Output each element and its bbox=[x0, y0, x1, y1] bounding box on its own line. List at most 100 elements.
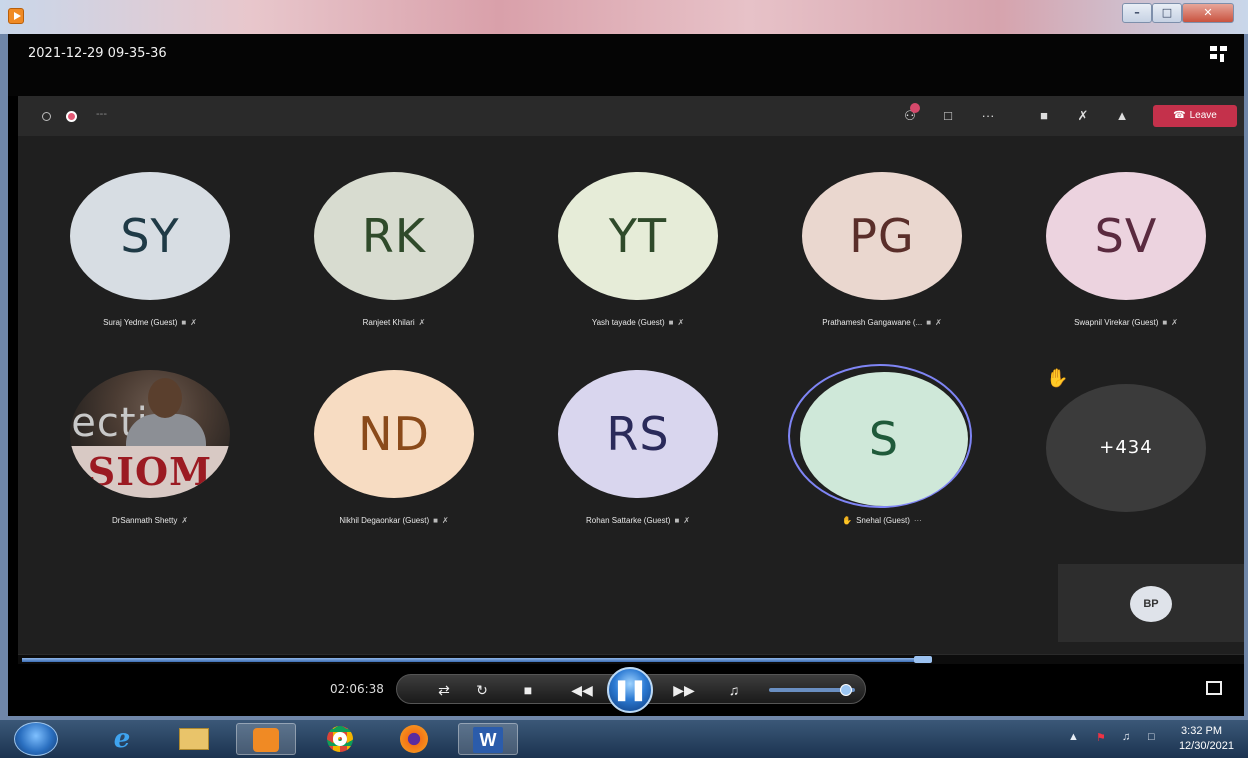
seek-played bbox=[22, 658, 923, 662]
participant-name: Ranjeet Khilari ✗ bbox=[362, 318, 426, 327]
volume-icon[interactable]: ♫ bbox=[723, 681, 745, 699]
title-bar[interactable]: – □ ✕ bbox=[0, 0, 1248, 34]
volume-tray-icon[interactable]: ♫ bbox=[1122, 731, 1130, 743]
participant-name: Swapnil Virekar (Guest) ■ ✗ bbox=[1074, 318, 1178, 327]
shield-icon bbox=[42, 112, 51, 121]
person-head bbox=[148, 378, 182, 418]
mic-muted-icon: ✗ bbox=[935, 318, 942, 327]
overflow-participants-tile[interactable]: ✋ +434 bbox=[1046, 368, 1226, 540]
action-center-flag-icon[interactable]: ⚑ bbox=[1096, 731, 1106, 744]
play-pause-icon[interactable]: ❚❚ bbox=[607, 667, 653, 713]
firefox-icon[interactable] bbox=[384, 723, 444, 755]
taskbar: e W ▲ ⚑ ♫ □ 3:32 PM 12/30/2021 bbox=[0, 720, 1248, 758]
photo-banner-text: SIOM bbox=[70, 446, 230, 498]
mic-icon[interactable]: ✗ bbox=[1071, 106, 1095, 126]
participant-avatar: ND bbox=[314, 370, 474, 498]
participant-name: Prathamesh Gangawane (... ■ ✗ bbox=[822, 318, 942, 327]
media-player-window: – □ ✕ 2021-12-29 09-35-36 --- ⚇ □ ··· ■ … bbox=[0, 0, 1248, 720]
video-area[interactable]: 2021-12-29 09-35-36 --- ⚇ □ ··· ■ ✗ ▲ ☎ L… bbox=[8, 34, 1244, 716]
participant-tile[interactable]: ND Nikhil Degaonkar (Guest) ■ ✗ bbox=[314, 370, 494, 540]
more-icon[interactable]: ··· bbox=[976, 106, 1000, 126]
participant-tile[interactable]: YT Yash tayade (Guest) ■ ✗ bbox=[558, 172, 738, 342]
camera-off-icon: ■ bbox=[926, 318, 932, 327]
stop-icon[interactable]: ■ bbox=[517, 681, 539, 699]
shuffle-icon[interactable]: ⇄ bbox=[433, 681, 455, 699]
clock-time[interactable]: 3:32 PM bbox=[1181, 725, 1222, 737]
elapsed-time: 02:06:38 bbox=[330, 682, 384, 696]
next-icon[interactable]: ▶▶ bbox=[673, 681, 695, 699]
participant-tile[interactable]: RK Ranjeet Khilari ✗ bbox=[314, 172, 494, 342]
participant-avatar: RS bbox=[558, 370, 718, 498]
chrome-icon[interactable] bbox=[310, 723, 370, 755]
participant-avatar: S bbox=[800, 372, 968, 506]
self-view-tile[interactable]: BP bbox=[1058, 564, 1244, 642]
playback-controls: 02:06:38 ⇄ ↻ ■ ◀◀ ❚❚ ▶▶ ♫ bbox=[8, 666, 1244, 716]
participant-name: Suraj Yedme (Guest) ■ ✗ bbox=[103, 318, 197, 327]
mic-muted-icon: ✗ bbox=[190, 318, 197, 327]
self-avatar: BP bbox=[1130, 586, 1172, 622]
camera-off-icon: ■ bbox=[181, 318, 187, 327]
participant-tile[interactable]: PG Prathamesh Gangawane (... ■ ✗ bbox=[802, 172, 982, 342]
participant-tile[interactable]: SV Swapnil Virekar (Guest) ■ ✗ bbox=[1046, 172, 1226, 342]
participant-tile[interactable]: SY Suraj Yedme (Guest) ■ ✗ bbox=[70, 172, 250, 342]
record-icon bbox=[66, 111, 77, 122]
share-icon[interactable]: ▲ bbox=[1110, 106, 1134, 126]
control-pill: ⇄ ↻ ■ ◀◀ ❚❚ ▶▶ ♫ bbox=[396, 667, 866, 713]
meeting-view: --- ⚇ □ ··· ■ ✗ ▲ ☎ Leave SY Suraj Yedme … bbox=[18, 96, 1244, 654]
mic-muted-icon: ✗ bbox=[418, 318, 426, 327]
mic-muted-icon: ✗ bbox=[677, 318, 685, 327]
start-button[interactable] bbox=[14, 722, 58, 756]
participant-name: ✋ Snehal (Guest) ··· bbox=[842, 516, 922, 525]
timer-icon: --- bbox=[96, 108, 107, 120]
media-player-app-icon[interactable] bbox=[8, 8, 24, 24]
mic-muted-icon: ✗ bbox=[683, 516, 691, 525]
mic-muted-icon: ✗ bbox=[1171, 318, 1178, 327]
participant-avatar: PG bbox=[802, 172, 962, 300]
camera-off-icon: ■ bbox=[1162, 318, 1168, 327]
recording-header: 2021-12-29 09-35-36 bbox=[8, 34, 1244, 96]
more-options-icon: ··· bbox=[913, 516, 922, 525]
phone-icon: ☎ bbox=[1173, 110, 1186, 121]
file-explorer-icon[interactable] bbox=[164, 723, 224, 755]
participant-tile-speaking[interactable]: S ✋ Snehal (Guest) ··· bbox=[788, 364, 974, 540]
meeting-toolbar: --- ⚇ □ ··· ■ ✗ ▲ ☎ Leave bbox=[18, 96, 1244, 136]
repeat-icon[interactable]: ↻ bbox=[471, 681, 493, 699]
participant-avatar: SY bbox=[70, 172, 230, 300]
overflow-count: +434 bbox=[1046, 384, 1206, 512]
participant-avatar: SV bbox=[1046, 172, 1206, 300]
participant-avatar: YT bbox=[558, 172, 718, 300]
word-icon[interactable]: W bbox=[458, 723, 518, 755]
raised-hand-icon: ✋ bbox=[842, 516, 853, 525]
participant-avatar: RK bbox=[314, 172, 474, 300]
mic-muted-icon: ✗ bbox=[181, 516, 189, 525]
participant-name: DrSanmath Shetty ✗ bbox=[111, 516, 189, 525]
leave-label: Leave bbox=[1189, 110, 1217, 121]
previous-icon[interactable]: ◀◀ bbox=[571, 681, 593, 699]
fullscreen-icon[interactable] bbox=[1206, 681, 1222, 695]
chat-icon[interactable]: □ bbox=[936, 106, 960, 126]
participant-tile[interactable]: ecti SIOM DrSanmath Shetty ✗ bbox=[70, 370, 250, 540]
network-icon[interactable]: □ bbox=[1148, 731, 1155, 743]
participant-tile[interactable]: RS Rohan Sattarke (Guest) ■ ✗ bbox=[558, 370, 738, 540]
volume-slider[interactable] bbox=[769, 684, 855, 696]
show-hidden-icons-icon[interactable]: ▲ bbox=[1068, 731, 1079, 743]
participant-name: Nikhil Degaonkar (Guest) ■ ✗ bbox=[339, 516, 449, 525]
seek-thumb[interactable] bbox=[914, 656, 932, 663]
volume-thumb[interactable] bbox=[840, 684, 852, 696]
internet-explorer-icon[interactable]: e bbox=[92, 723, 152, 755]
leave-button[interactable]: ☎ Leave bbox=[1153, 105, 1237, 127]
maximize-button[interactable]: □ bbox=[1152, 3, 1182, 23]
participants-icon[interactable]: ⚇ bbox=[898, 103, 922, 126]
recording-timestamp: 2021-12-29 09-35-36 bbox=[28, 46, 167, 61]
participants-badge bbox=[910, 103, 920, 113]
participant-name: Rohan Sattarke (Guest) ■ ✗ bbox=[585, 516, 691, 525]
raise-hand-icon: ✋ bbox=[1046, 368, 1069, 388]
minimize-button[interactable]: – bbox=[1122, 3, 1152, 23]
camera-icon[interactable]: ■ bbox=[1032, 106, 1056, 126]
clock-date[interactable]: 12/30/2021 bbox=[1179, 740, 1234, 752]
media-player-taskbar-icon[interactable] bbox=[236, 723, 296, 755]
layout-icon bbox=[1210, 46, 1228, 62]
close-button[interactable]: ✕ bbox=[1182, 3, 1234, 23]
seek-bar[interactable] bbox=[18, 654, 1244, 664]
camera-off-icon: ■ bbox=[433, 516, 438, 525]
